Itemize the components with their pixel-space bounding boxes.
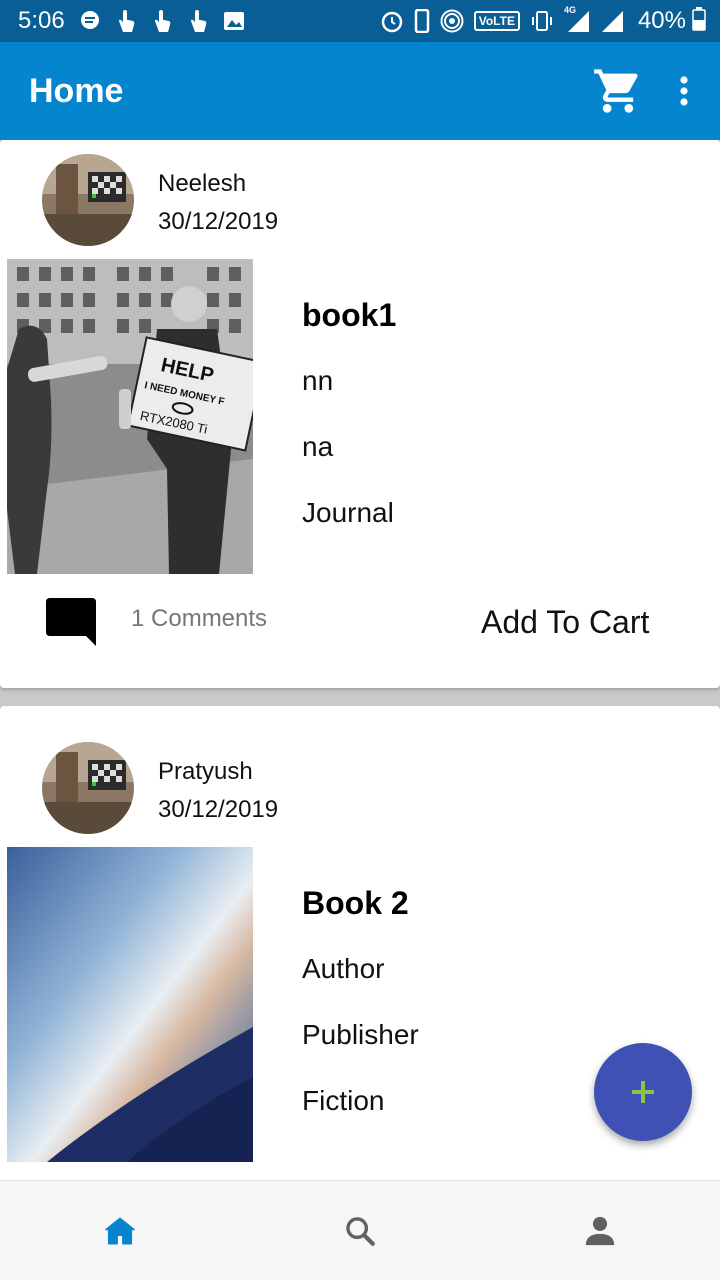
signal-4g-label: 4G	[563, 5, 576, 15]
status-bar: 5:06 VoLTE 4G 40%	[0, 0, 720, 42]
post-username: Pratyush	[158, 758, 253, 785]
nav-search[interactable]	[240, 1181, 480, 1280]
volte-badge: VoLTE	[473, 11, 520, 31]
app-bar-actions	[590, 63, 694, 119]
post-date: 30/12/2019	[158, 208, 279, 235]
app-bar: Home	[0, 42, 720, 140]
book-category: Fiction	[302, 1085, 385, 1116]
book-title: Book 2	[302, 885, 409, 921]
message-icon	[79, 10, 101, 32]
phone-icon	[414, 9, 430, 33]
more-vert-icon	[680, 76, 688, 106]
image-icon	[223, 11, 245, 31]
book-author: nn	[302, 365, 334, 396]
status-time: 5:06	[18, 7, 65, 34]
user-avatar[interactable]	[42, 742, 134, 834]
bottom-navigation	[0, 1180, 720, 1280]
touch-icon	[151, 9, 173, 33]
nav-profile[interactable]	[480, 1181, 720, 1280]
page-title: Home	[29, 71, 124, 110]
touch-icon	[187, 9, 209, 33]
book-title: book1	[302, 297, 397, 333]
add-to-cart-button[interactable]: Add To Cart	[481, 604, 649, 641]
book-author: Author	[302, 953, 385, 984]
person-icon	[585, 1216, 615, 1245]
signal-icon: 4G	[564, 5, 590, 33]
add-book-fab[interactable]	[594, 1043, 692, 1141]
overflow-menu-button[interactable]	[674, 71, 694, 111]
battery-level: 40%	[637, 7, 686, 34]
home-icon	[105, 1217, 135, 1244]
user-avatar[interactable]	[42, 154, 134, 246]
hotspot-icon	[440, 9, 464, 33]
shopping-cart-icon	[594, 69, 638, 113]
plus-icon	[632, 1081, 654, 1103]
book-cover-image[interactable]	[7, 847, 253, 1162]
post-date: 30/12/2019	[158, 796, 279, 823]
comment-icon[interactable]	[46, 596, 98, 646]
alarm-icon	[380, 9, 404, 33]
book-feed[interactable]: Neelesh 30/12/2019 HELP I NEED MONEY F R…	[0, 140, 720, 1180]
book-cover-image[interactable]: HELP I NEED MONEY F RTX2080 Ti	[7, 259, 253, 574]
book-post-card[interactable]: Neelesh 30/12/2019 HELP I NEED MONEY F R…	[0, 140, 720, 688]
cart-button[interactable]	[590, 63, 646, 119]
vibrate-icon	[530, 9, 554, 33]
nav-home[interactable]	[0, 1181, 240, 1280]
signal-icon	[600, 9, 624, 33]
touch-icon	[115, 9, 137, 33]
book-category: Journal	[302, 497, 394, 528]
post-username: Neelesh	[158, 170, 247, 197]
comment-count-link[interactable]: 1 Comments	[131, 605, 267, 633]
book-publisher: na	[302, 431, 334, 462]
battery-icon	[692, 6, 706, 36]
book-publisher: Publisher	[302, 1019, 419, 1050]
search-icon	[346, 1216, 375, 1246]
